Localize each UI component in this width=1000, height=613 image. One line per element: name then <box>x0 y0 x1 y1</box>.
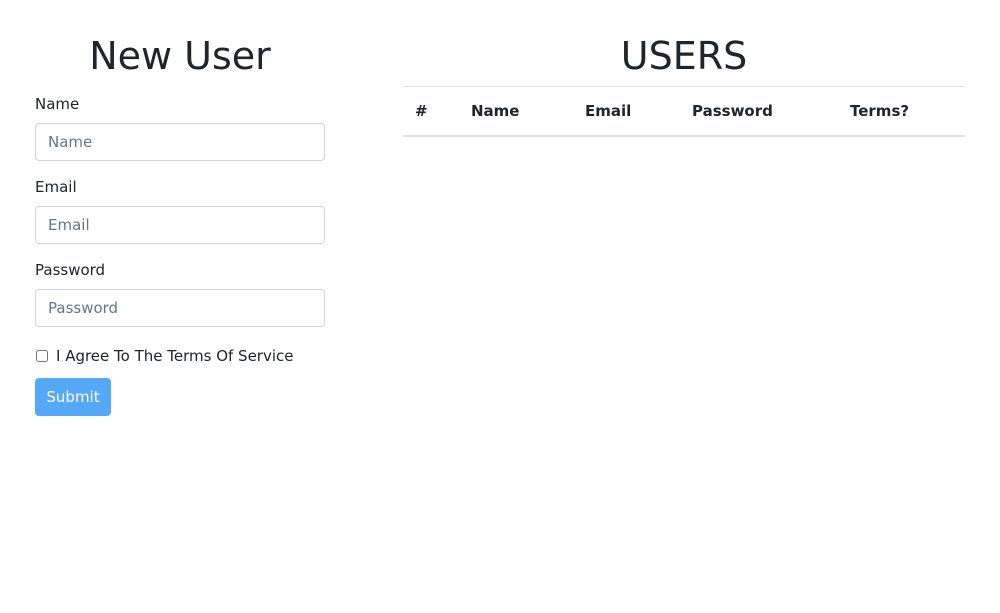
name-label: Name <box>35 95 80 113</box>
terms-label[interactable]: I Agree To The Terms Of Service <box>56 347 294 365</box>
name-field-group: Name <box>35 94 325 161</box>
password-field-group: Password <box>35 260 325 327</box>
terms-row: I Agree To The Terms Of Service <box>35 347 325 365</box>
new-user-form: New User Name Email Password I Agree To … <box>35 30 325 416</box>
name-input[interactable] <box>35 123 325 161</box>
column-header-password: Password <box>680 86 838 137</box>
email-label: Email <box>35 178 77 196</box>
password-input[interactable] <box>35 289 325 327</box>
page: New User Name Email Password I Agree To … <box>0 0 1000 613</box>
users-table: # Name Email Password Terms? <box>403 86 965 137</box>
email-field-group: Email <box>35 177 325 244</box>
column-header-terms: Terms? <box>838 86 965 137</box>
users-title: USERS <box>620 34 748 78</box>
terms-checkbox[interactable] <box>36 350 48 362</box>
form-title: New User <box>89 34 271 78</box>
table-header-row: # Name Email Password Terms? <box>403 86 965 137</box>
column-header-email: Email <box>573 86 680 137</box>
column-header-name: Name <box>459 86 573 137</box>
email-input[interactable] <box>35 206 325 244</box>
users-panel: USERS # Name Email Password Terms? <box>403 30 965 137</box>
column-header-number: # <box>403 86 459 137</box>
submit-button[interactable]: Submit <box>35 378 111 416</box>
password-label: Password <box>35 261 106 279</box>
